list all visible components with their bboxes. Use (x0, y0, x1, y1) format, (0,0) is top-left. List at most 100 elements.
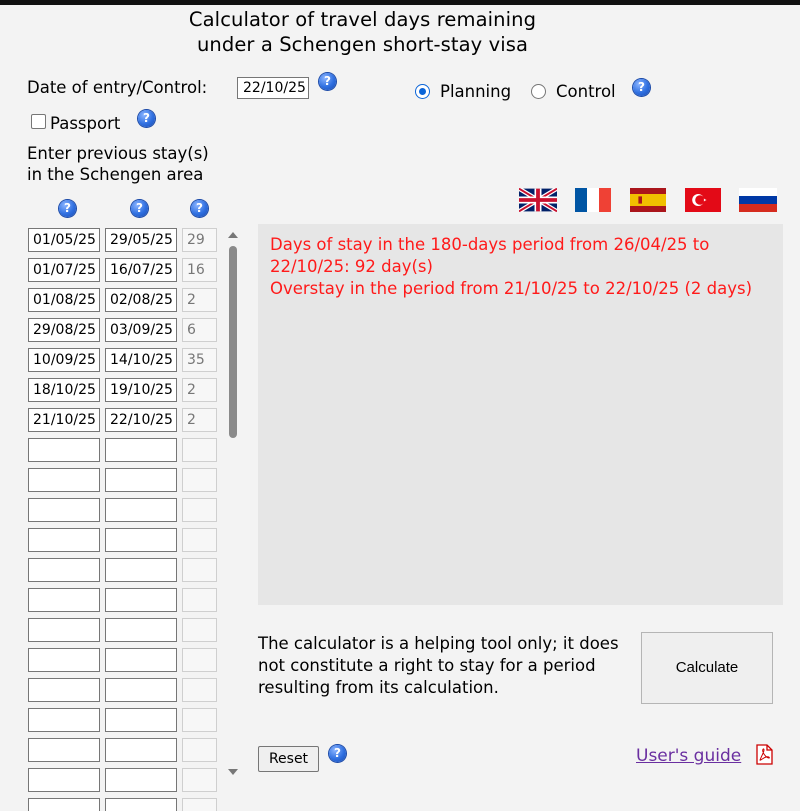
stay-from-input[interactable] (28, 438, 100, 462)
stay-days-output (182, 468, 217, 492)
stay-days-output (182, 768, 217, 792)
scrollbar-thumb[interactable] (229, 246, 237, 438)
result-overstay-text: Overstay in the period from 21/10/25 to … (270, 279, 753, 298)
stay-to-input[interactable] (105, 588, 177, 612)
stay-days-output: 35 (182, 348, 217, 372)
stay-to-input[interactable] (105, 618, 177, 642)
stay-from-input[interactable]: 01/05/25 (28, 228, 100, 252)
stay-days-output (182, 558, 217, 582)
stay-row (28, 738, 220, 762)
stay-to-input[interactable] (105, 738, 177, 762)
stay-row (28, 498, 220, 522)
stay-to-input[interactable] (105, 528, 177, 552)
stay-days-output (182, 708, 217, 732)
days-help-icon[interactable]: ? (191, 200, 208, 217)
previous-stays-label-line2: in the Schengen area (27, 165, 204, 184)
reset-help-icon[interactable]: ? (329, 745, 346, 762)
stay-days-output: 29 (182, 228, 217, 252)
stay-to-input[interactable] (105, 768, 177, 792)
stay-to-input[interactable] (105, 648, 177, 672)
scroll-down-arrow-icon[interactable] (228, 769, 238, 775)
stay-from-input[interactable]: 10/09/25 (28, 348, 100, 372)
passport-label: Passport (50, 114, 121, 133)
entry-date-help-icon[interactable]: ? (59, 200, 76, 217)
stay-days-output (182, 438, 217, 462)
stay-row: 10/09/25 14/10/25 35 (28, 348, 220, 372)
stay-row (28, 528, 220, 552)
stay-from-input[interactable]: 01/07/25 (28, 258, 100, 282)
stay-to-input[interactable]: 22/10/25 (105, 408, 177, 432)
stays-list: 01/05/25 29/05/25 29 01/07/25 16/07/25 16 01/0… (28, 228, 220, 811)
date-help-icon[interactable]: ? (319, 73, 336, 90)
stay-from-input[interactable]: 01/08/25 (28, 288, 100, 312)
stay-row: 21/10/25 22/10/25 2 (28, 408, 220, 432)
control-label: Control (556, 82, 616, 101)
uk-flag-icon[interactable] (519, 188, 557, 212)
stay-days-output (182, 738, 217, 762)
stay-from-input[interactable] (28, 618, 100, 642)
turkey-flag-icon[interactable] (684, 188, 722, 212)
spain-flag-icon[interactable] (629, 188, 667, 212)
stay-from-input[interactable]: 21/10/25 (28, 408, 100, 432)
page-title: Calculator of travel days remaining unde… (0, 7, 725, 57)
stay-to-input[interactable]: 19/10/25 (105, 378, 177, 402)
stay-row (28, 678, 220, 702)
users-guide-link[interactable]: User's guide (636, 746, 741, 766)
russia-flag-icon[interactable] (739, 188, 777, 212)
stay-to-input[interactable] (105, 558, 177, 582)
planning-radio[interactable] (415, 84, 430, 99)
date-input[interactable]: 22/10/25 (237, 77, 309, 99)
stay-to-input[interactable]: 14/10/25 (105, 348, 177, 372)
stay-from-input[interactable] (28, 648, 100, 672)
stay-from-input[interactable] (28, 468, 100, 492)
stay-days-output: 6 (182, 318, 217, 342)
stay-row (28, 618, 220, 642)
stay-row (28, 708, 220, 732)
previous-stays-label-line1: Enter previous stay(s) (27, 144, 209, 163)
calculate-button[interactable]: Calculate (641, 632, 773, 704)
stay-from-input[interactable] (28, 678, 100, 702)
stay-to-input[interactable] (105, 708, 177, 732)
stay-to-input[interactable] (105, 678, 177, 702)
stay-to-input[interactable] (105, 438, 177, 462)
stay-from-input[interactable] (28, 498, 100, 522)
stay-from-input[interactable] (28, 558, 100, 582)
stay-from-input[interactable] (28, 738, 100, 762)
stay-from-input[interactable] (28, 768, 100, 792)
stay-from-input[interactable]: 29/08/25 (28, 318, 100, 342)
stay-row: 01/05/25 29/05/25 29 (28, 228, 220, 252)
stay-row (28, 558, 220, 582)
planning-label: Planning (440, 82, 512, 101)
stay-row: 01/08/25 02/08/25 2 (28, 288, 220, 312)
stay-days-output: 2 (182, 408, 217, 432)
stay-days-output: 16 (182, 258, 217, 282)
stay-to-input[interactable]: 16/07/25 (105, 258, 177, 282)
stay-row (28, 798, 220, 811)
mode-help-icon[interactable]: ? (633, 79, 650, 96)
control-radio[interactable] (531, 84, 546, 99)
scroll-up-arrow-icon[interactable] (228, 232, 238, 238)
exit-date-help-icon[interactable]: ? (131, 200, 148, 217)
passport-help-icon[interactable]: ? (138, 110, 155, 127)
stay-to-input[interactable]: 03/09/25 (105, 318, 177, 342)
passport-checkbox[interactable] (31, 114, 46, 129)
stay-from-input[interactable] (28, 708, 100, 732)
stay-from-input[interactable] (28, 798, 100, 811)
stay-from-input[interactable] (28, 588, 100, 612)
stay-days-output (182, 648, 217, 672)
top-border (0, 0, 800, 5)
stay-to-input[interactable] (105, 498, 177, 522)
reset-button[interactable]: Reset (258, 746, 319, 772)
france-flag-icon[interactable] (574, 188, 612, 212)
pdf-icon[interactable] (754, 744, 774, 765)
stay-row: 29/08/25 03/09/25 6 (28, 318, 220, 342)
stay-from-input[interactable] (28, 528, 100, 552)
stay-days-output (182, 618, 217, 642)
stay-to-input[interactable] (105, 798, 177, 811)
stay-days-output (182, 678, 217, 702)
stay-to-input[interactable]: 29/05/25 (105, 228, 177, 252)
stay-to-input[interactable]: 02/08/25 (105, 288, 177, 312)
stay-to-input[interactable] (105, 468, 177, 492)
stay-from-input[interactable]: 18/10/25 (28, 378, 100, 402)
date-label: Date of entry/Control: (27, 78, 208, 97)
